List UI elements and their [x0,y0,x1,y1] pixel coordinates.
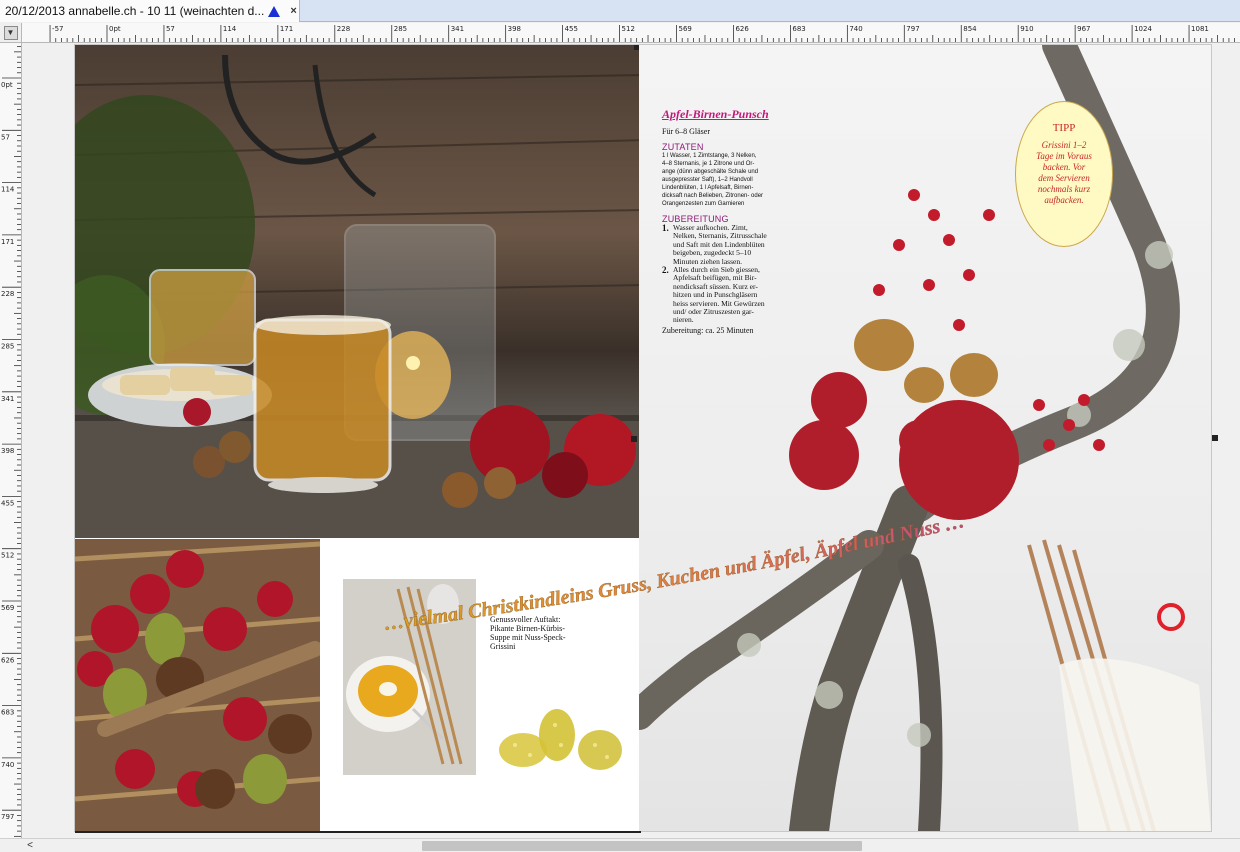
ingredient-line: ausgepresster Saft), 1–2 Handvoll [662,177,753,183]
recipe-serves: Für 6–8 Gläser [662,127,710,136]
ruler-label: 1081 [1191,25,1209,33]
horizontal-scrollbar[interactable]: < [0,838,1240,852]
tip-bubble[interactable]: TIPP Grissini 1–2 Tage im Voraus backen.… [1015,101,1113,247]
ruler-label: 341 [1,395,14,403]
tip-line: aufbacken. [1044,195,1084,205]
horizontal-ruler[interactable]: -57 0pt 57 114 171 228 285 341 398 455 512 569 626 68… [22,23,1240,43]
vertical-ruler-ticks: 0pt 57 114 171 228 285 341 398 455 512 569 626 683 74… [1,46,21,837]
ingredient-line: Orangenzesten zum Garnieren [662,201,745,207]
ruler-label: 114 [223,25,237,33]
ruler-label: 171 [1,238,14,246]
tip-text: Grissini 1–2 Tage im Voraus backen. Vor … [1016,140,1112,206]
ruler-label: 1024 [1134,25,1152,33]
ingredient-line: 4–8 Sternanis, je 1 Zitrone und Or- [662,161,755,167]
step-text: Wasser aufkochen. Zimt, Nelken, Sternani… [673,223,767,266]
ruler-label: 455 [565,25,578,33]
ruler-label: 341 [451,25,464,33]
ruler-label: 569 [679,25,692,33]
tea-photo-art [75,54,645,538]
ruler-label: 854 [963,25,977,33]
ruler-label: 285 [394,25,407,33]
step-number: 1. [662,223,669,233]
tab-bar: 20/12/2013 annabelle.ch - 10 11 (weinach… [0,0,1240,22]
ruler-label: 683 [792,25,805,33]
close-tab-button[interactable]: × [290,5,296,17]
ingredient-line: ange (dünn abgeschälte Schale und [662,169,759,175]
ruler-label: 455 [1,499,14,507]
recipe-block: Apfel-Birnen-Punsch Für 6–8 Gläser ZUTAT… [662,107,798,335]
wordart-textpath: …vielmal Christkindleins Gruss, Kuchen u… [383,510,967,635]
ruler-label: -57 [52,25,63,33]
ruler-label: 626 [735,25,749,33]
horizontal-ruler-ticks: -57 0pt 57 114 171 228 285 341 398 455 512 569 626 68… [49,25,1236,42]
tip-line: Grissini 1–2 [1041,140,1087,150]
ruler-label: 797 [906,25,919,33]
recipe-title: Apfel-Birnen-Punsch [662,107,769,121]
blue-triangle-icon [268,5,281,17]
ruler-label: 228 [1,290,14,298]
ruler-label: 740 [849,25,862,33]
ingredient-line: Lindenblüten, 1 l Apfelsaft, Birnen- [662,185,754,191]
apple-basket-photo[interactable] [75,539,320,831]
apple-basket-photo-art [75,539,320,831]
ruler-label: 57 [166,25,175,33]
tip-line: Tage im Voraus [1036,151,1092,161]
document-tab[interactable]: 20/12/2013 annabelle.ch - 10 11 (weinach… [0,0,300,22]
document-tab-title: 20/12/2013 annabelle.ch - 10 11 (weinach… [5,4,265,18]
recipe-step-2: 2. Alles durch ein Sieb giessen, Apfelsa… [662,265,798,325]
ingredients-heading: ZUTATEN [662,142,704,152]
gold-pinecones-art [499,709,622,770]
ruler-label: 228 [337,25,350,33]
page-bottom-rule [75,831,641,833]
ruler-label: 910 [1020,25,1033,33]
ruler-label: 398 [1,447,14,455]
ruler-label: 114 [1,186,15,194]
selection-handle[interactable] [631,436,637,442]
scroll-thumb[interactable] [422,841,862,851]
ruler-label: 512 [622,25,635,33]
tip-line: backen. Vor [1042,162,1086,172]
ruler-label: 171 [280,25,293,33]
app-window: 20/12/2013 annabelle.ch - 10 11 (weinach… [0,0,1240,852]
ruler-label: 398 [508,25,521,33]
ruler-label: 683 [1,709,14,717]
tea-photo[interactable] [75,45,645,538]
wordart-banner[interactable]: …vielmal Christkindleins Gruss, Kuchen u… [375,485,1115,655]
scroll-left-icon[interactable]: < [22,839,38,852]
ingredients-list: 1 l Wasser, 1 Zimtstange, 3 Nelken, 4–8 … [662,152,798,208]
step-number: 2. [662,265,669,276]
recipe-time: Zubereitung: ca. 25 Minuten [662,325,754,335]
chevron-down-icon[interactable]: ▼ [3,25,18,40]
page-spread: Apfel-Birnen-Punsch Für 6–8 Gläser ZUTAT… [75,45,1211,833]
tip-line: dem Servieren [1038,173,1090,183]
ingredient-line: dicksaft nach Belieben, Zitronen- oder [662,193,764,199]
ruler-label: 740 [1,761,14,769]
ruler-label: 797 [1,813,14,821]
selection-handle[interactable] [634,45,639,50]
step-text: Alles durch ein Sieb giessen, Apfelsaft … [673,265,765,325]
recipe-step-1: 1. Wasser aufkochen. Zimt, Nelken, Stern… [662,223,798,266]
selection-handle[interactable] [1212,435,1218,441]
ruler-label: 285 [1,343,14,351]
tip-line: nochmals kurz [1037,184,1091,194]
ruler-label: 626 [1,656,15,664]
ruler-label: 0pt [109,25,121,33]
ruler-label: 57 [1,133,10,141]
ruler-label: 512 [1,552,14,560]
ingredient-line: 1 l Wasser, 1 Zimtstange, 3 Nelken, [662,153,757,159]
ruler-label: 967 [1077,25,1090,33]
document-canvas[interactable]: Apfel-Birnen-Punsch Für 6–8 Gläser ZUTAT… [22,43,1240,838]
ruler-label: 569 [1,604,14,612]
wordart-text: …vielmal Christkindleins Gruss, Kuchen u… [383,510,967,635]
step-line: nieren. [673,315,694,325]
ruler-corner[interactable]: ▼ [0,23,22,43]
tip-title: TIPP [1052,122,1076,134]
vertical-ruler[interactable]: 0pt 57 114 171 228 285 341 398 455 512 569 626 683 74… [0,43,22,838]
ruler-label: 0pt [1,81,13,89]
